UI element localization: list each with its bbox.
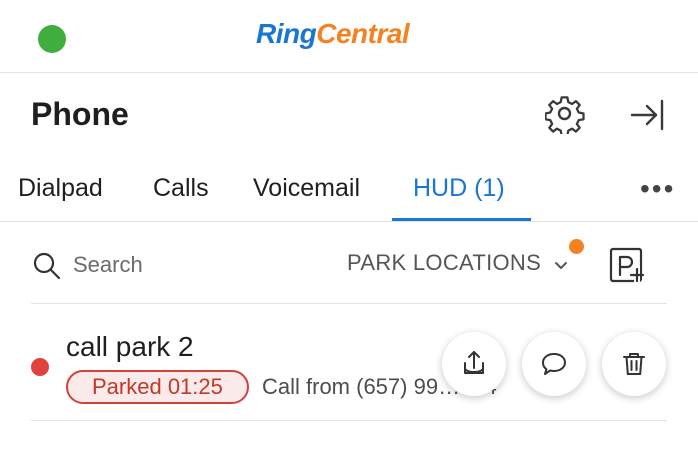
chat-bubble-icon [542,353,566,375]
tab-hud[interactable]: HUD (1) [413,174,505,203]
parked-status-badge: Parked 01:25 [66,370,249,404]
active-tab-indicator [392,218,531,221]
logo-central: Central [316,18,410,49]
add-park-location-icon[interactable] [607,245,647,285]
top-bar: RingCentral [0,0,698,73]
park-list-item[interactable]: call park 2 Parked 01:25 Call from (657)… [31,305,667,421]
notification-dot [569,239,584,254]
pickup-icon [464,351,484,374]
logo-ring: Ring [256,18,317,49]
search-filter-bar: PARK LOCATIONS [31,228,667,304]
park-location-name: call park 2 [66,331,194,362]
tab-calls[interactable]: Calls [153,174,209,203]
tab-dialpad[interactable]: Dialpad [18,174,103,203]
gear-icon[interactable] [545,94,585,134]
status-indicator[interactable] [38,25,66,53]
park-locations-dropdown[interactable]: PARK LOCATIONS [347,250,541,276]
collapse-panel-icon[interactable] [626,96,666,134]
message-button[interactable] [522,332,586,396]
ringcentral-logo: RingCentral [256,18,410,50]
page-title: Phone [31,96,129,132]
more-options-icon[interactable]: ••• [640,173,675,205]
presence-indicator [31,358,49,376]
pickup-button[interactable] [442,332,506,396]
trash-icon [623,353,645,375]
search-icon [33,252,61,280]
search-input[interactable] [73,248,313,282]
tab-bar: Dialpad Calls Voicemail HUD (1) ••• [0,160,698,222]
delete-button[interactable] [602,332,666,396]
chevron-down-icon[interactable] [552,256,570,274]
tab-voicemail[interactable]: Voicemail [253,174,360,203]
